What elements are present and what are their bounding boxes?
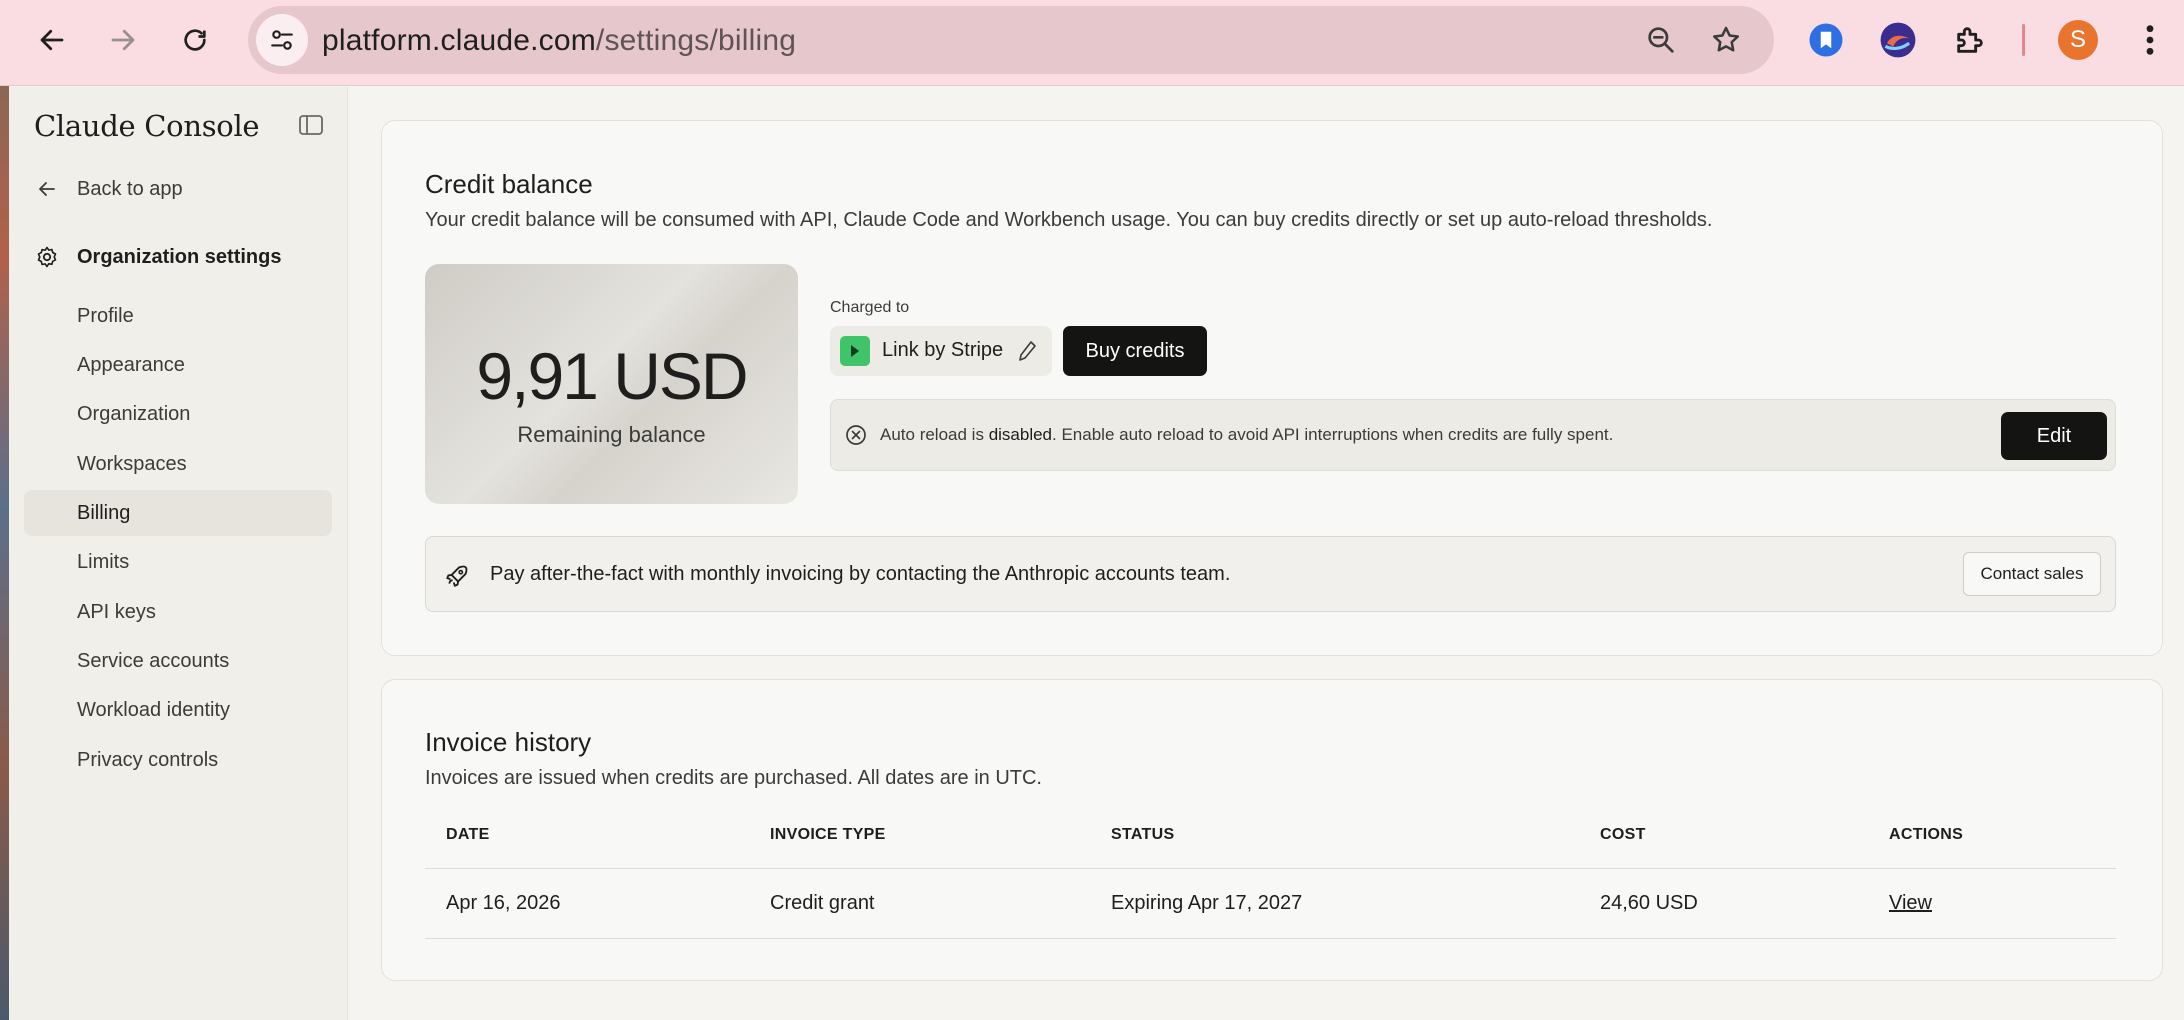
column-header-invoice-type: INVOICE TYPE: [770, 826, 886, 843]
invoicing-text: Pay after-the-fact with monthly invoicin…: [490, 563, 1231, 585]
browser-toolbar: platform.claude.com/settings/billing S: [0, 0, 2184, 86]
organization-settings-label: Organization settings: [77, 245, 282, 268]
rocket-icon: [444, 563, 470, 589]
sidebar-item-workspaces[interactable]: Workspaces: [24, 441, 332, 487]
bookmark-star-icon[interactable]: [1706, 20, 1746, 60]
sidebar-item-billing[interactable]: Billing: [24, 490, 332, 536]
sidebar-item-label: Workload identity: [77, 699, 231, 721]
sidebar-item-label: Workspaces: [77, 453, 187, 475]
zoom-icon[interactable]: [1641, 20, 1681, 60]
balance-tile: 9,91 USD Remaining balance: [425, 264, 798, 504]
swirl-extension-icon[interactable]: [1876, 18, 1920, 62]
balance-label: Remaining balance: [517, 422, 706, 447]
contact-sales-button[interactable]: Contact sales: [1963, 552, 2101, 596]
arrow-left-icon: [35, 177, 59, 201]
sidebar-toggle-icon[interactable]: [299, 115, 325, 137]
sidebar-item-appearance[interactable]: Appearance: [24, 342, 332, 388]
kebab-menu-icon[interactable]: [2128, 18, 2172, 62]
back-arrow-icon[interactable]: [26, 14, 78, 66]
organization-settings-header: Organization settings: [9, 235, 348, 279]
address-bar[interactable]: platform.claude.com/settings/billing: [248, 6, 1774, 74]
link-stripe-logo-icon: [840, 336, 870, 366]
column-header-status: STATUS: [1111, 826, 1175, 843]
table-divider: [425, 868, 2116, 869]
sidebar-item-label: Service accounts: [77, 650, 230, 672]
column-header-date: DATE: [446, 826, 490, 843]
column-header-actions: ACTIONS: [1889, 826, 1964, 843]
sidebar-item-workload-identity[interactable]: Workload identity: [24, 687, 332, 733]
toolbar-divider: [2022, 24, 2025, 56]
console-brand: Claude Console: [34, 109, 260, 143]
invoice-date: Apr 16, 2026: [446, 892, 561, 914]
credit-balance-title: Credit balance: [425, 169, 593, 199]
edit-auto-reload-button[interactable]: Edit: [2001, 412, 2107, 460]
payment-method-chip[interactable]: Link by Stripe: [830, 326, 1052, 376]
column-header-cost: COST: [1600, 826, 1646, 843]
sidebar-item-label: Privacy controls: [77, 749, 219, 771]
sidebar-item-label: Billing: [77, 502, 131, 524]
credit-balance-card: Credit balance Your credit balance will …: [381, 120, 2163, 656]
charged-to-label: Charged to: [830, 299, 910, 316]
auto-reload-text: Auto reload is disabled. Enable auto rel…: [880, 425, 1614, 444]
invoice-history-description: Invoices are issued when credits are pur…: [425, 767, 1042, 789]
sidebar: Claude Console Back to app Organization …: [9, 87, 348, 1020]
sidebar-item-service-accounts[interactable]: Service accounts: [24, 638, 332, 684]
sidebar-item-label: Limits: [77, 551, 130, 573]
circle-x-icon: [845, 424, 867, 446]
background-edge: [0, 0, 9, 1020]
invoice-cost: 24,60 USD: [1600, 892, 1698, 914]
invoicing-banner: Pay after-the-fact with monthly invoicin…: [425, 536, 2116, 612]
back-to-app-link[interactable]: Back to app: [9, 167, 348, 211]
pencil-icon[interactable]: [1018, 340, 1038, 362]
balance-amount: 9,91 USD: [476, 339, 748, 413]
profile-avatar[interactable]: S: [2058, 20, 2098, 60]
gear-icon: [35, 245, 59, 269]
sidebar-item-label: Organization: [77, 403, 191, 425]
site-settings-icon[interactable]: [256, 14, 308, 66]
credit-balance-description: Your credit balance will be consumed wit…: [425, 209, 1713, 231]
sidebar-item-api-keys[interactable]: API keys: [24, 589, 332, 635]
url-text: platform.claude.com/settings/billing: [322, 24, 797, 57]
bookmark-extension-icon[interactable]: [1804, 18, 1848, 62]
sidebar-item-organization[interactable]: Organization: [24, 391, 332, 437]
reload-icon[interactable]: [169, 14, 221, 66]
payment-method-name: Link by Stripe: [882, 339, 1004, 361]
invoice-history-title: Invoice history: [425, 727, 592, 757]
sidebar-item-limits[interactable]: Limits: [24, 539, 332, 585]
invoice-status: Expiring Apr 17, 2027: [1111, 892, 1303, 914]
invoice-type: Credit grant: [770, 892, 875, 914]
sidebar-item-label: Profile: [77, 305, 134, 327]
back-to-app-label: Back to app: [77, 177, 183, 200]
buy-credits-button[interactable]: Buy credits: [1063, 326, 1207, 376]
auto-reload-banner: Auto reload is disabled. Enable auto rel…: [830, 399, 2116, 471]
table-divider: [425, 938, 2116, 939]
sidebar-item-label: API keys: [77, 601, 156, 623]
puzzle-extensions-icon[interactable]: [1948, 18, 1992, 62]
sidebar-item-profile[interactable]: Profile: [24, 293, 332, 339]
sidebar-item-label: Appearance: [77, 354, 185, 376]
forward-arrow-icon[interactable]: [97, 14, 149, 66]
sidebar-item-privacy-controls[interactable]: Privacy controls: [24, 737, 332, 783]
invoice-history-card: Invoice history Invoices are issued when…: [381, 679, 2163, 981]
view-invoice-link[interactable]: View: [1889, 892, 1932, 915]
